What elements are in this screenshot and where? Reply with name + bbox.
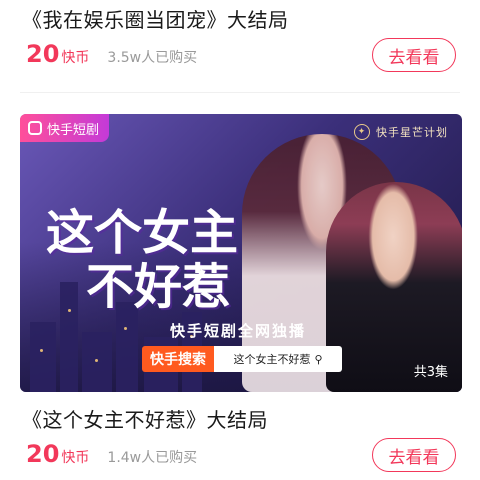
exclusive-slogan: 快手短剧全网独播 — [170, 322, 307, 340]
price-amount: 20 — [26, 440, 60, 468]
watch-button[interactable]: 去看看 — [372, 38, 456, 72]
poster-searchbar: 快手搜索 这个女主不好惹 ⚲ — [142, 346, 342, 372]
divider — [20, 92, 460, 93]
star-plan-text: 快手星芒计划 — [376, 126, 448, 139]
price-unit: 快币 — [61, 450, 90, 466]
kuaishou-logo-icon — [28, 121, 42, 135]
price-row: 20 快币 3.5w人已购买 — [26, 40, 197, 70]
poster-title: 这个女主 不好惹 — [46, 206, 238, 314]
drama-title[interactable]: 《这个女主不好惹》大结局 — [22, 404, 268, 433]
sold-count: 1.4w人已购买 — [107, 450, 198, 466]
search-query-box: 这个女主不好惹 ⚲ — [214, 346, 342, 372]
star-plan-seal-icon: ✦ — [354, 124, 370, 140]
poster-title-line1: 这个女主 — [46, 205, 239, 261]
drama-poster[interactable]: 快手短剧 ✦ 快手星芒计划 这个女主 不好惹 快手短剧全网独播 快手搜索 这个女… — [20, 114, 462, 392]
star-plan-label: ✦ 快手星芒计划 — [354, 124, 448, 140]
search-query: 这个女主不好惹 — [233, 353, 311, 366]
kuaishou-drama-badge: 快手短剧 — [20, 114, 110, 142]
episode-count: 共3集 — [413, 365, 448, 380]
brand-badge-label: 快手短剧 — [47, 122, 100, 138]
price-row: 20 快币 1.4w人已购买 — [26, 440, 197, 470]
search-tag: 快手搜索 — [142, 346, 214, 372]
search-icon: ⚲ — [314, 352, 323, 366]
price-unit: 快币 — [61, 50, 90, 66]
poster-title-line2: 不好惹 — [86, 259, 231, 315]
price-amount: 20 — [26, 40, 60, 68]
watch-button[interactable]: 去看看 — [372, 438, 456, 472]
sold-count: 3.5w人已购买 — [107, 50, 198, 66]
drama-title[interactable]: 《我在娱乐圈当团宠》大结局 — [22, 4, 289, 33]
